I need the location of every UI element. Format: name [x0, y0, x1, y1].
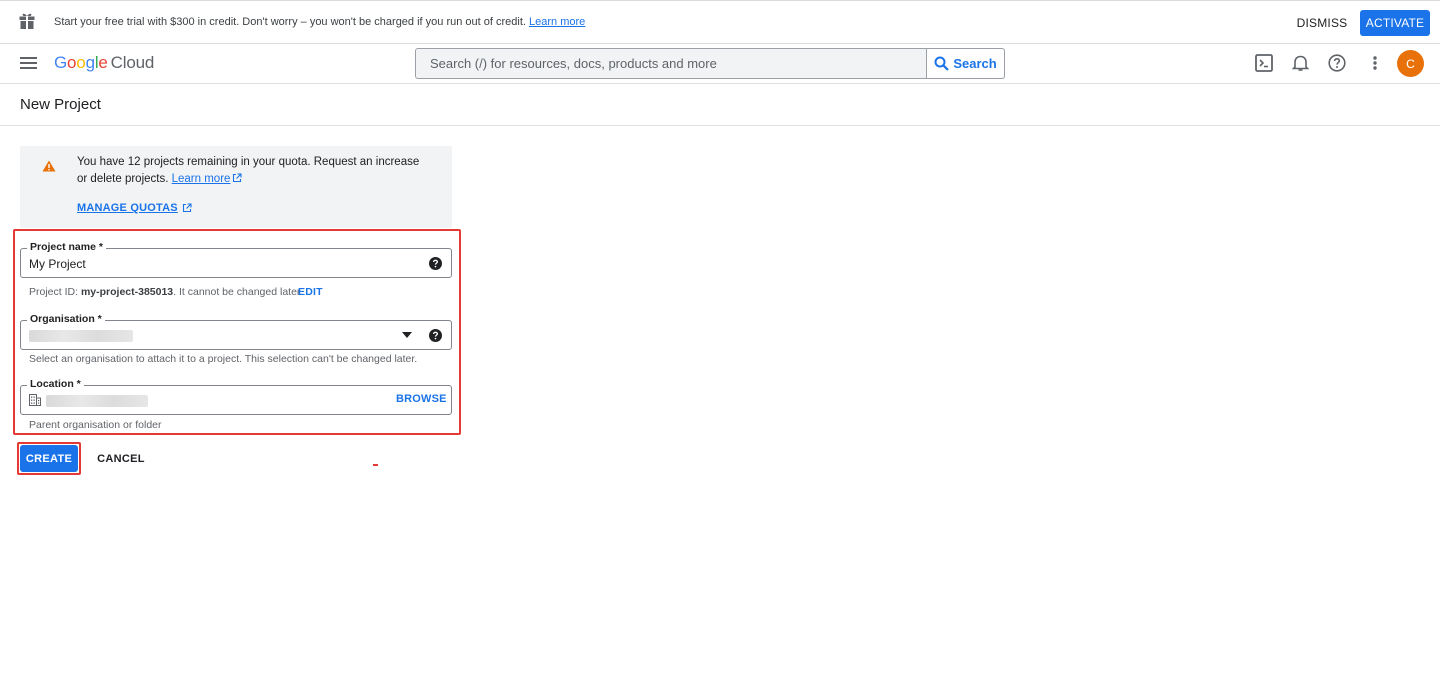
logo-letter: G	[54, 53, 68, 72]
main-menu-icon[interactable]	[20, 56, 37, 70]
logo-letter: o	[67, 53, 77, 72]
banner-message-text: Start your free trial with $300 in credi…	[54, 16, 526, 28]
cloud-shell-terminal-icon[interactable]	[1255, 54, 1273, 72]
quota-message: You have 12 projects remaining in your q…	[77, 156, 420, 185]
annotation-mark	[373, 464, 378, 466]
building-icon	[29, 394, 41, 406]
logo-cloud-text: Cloud	[110, 53, 155, 72]
manage-quotas-link[interactable]: MANAGE QUOTAS	[77, 202, 192, 214]
gift-icon	[19, 13, 35, 29]
banner-message: Start your free trial with $300 in credi…	[54, 16, 585, 28]
free-trial-banner: Start your free trial with $300 in credi…	[0, 0, 1440, 44]
search-button[interactable]: Search	[926, 49, 1004, 78]
project-id-prefix: Project ID:	[29, 286, 81, 298]
logo-letter: o	[76, 53, 86, 72]
quota-learn-more-link[interactable]: Learn more	[172, 173, 243, 185]
edit-project-id-button[interactable]: EDIT	[298, 286, 323, 298]
organisation-label: Organisation *	[27, 313, 105, 325]
account-avatar[interactable]: C	[1397, 50, 1424, 77]
banner-learn-more-link[interactable]: Learn more	[529, 16, 585, 28]
project-name-field[interactable]: Project name * My Project	[20, 241, 452, 278]
manage-quotas-label: MANAGE QUOTAS	[77, 202, 178, 214]
search-input[interactable]	[416, 49, 926, 78]
external-link-icon	[233, 173, 242, 183]
activate-button[interactable]: ACTIVATE	[1360, 10, 1430, 36]
more-options-icon[interactable]	[1372, 54, 1378, 72]
notifications-bell-icon[interactable]	[1292, 54, 1309, 72]
top-navigation-bar: Google Cloud Search (/) for resources, d…	[0, 44, 1440, 84]
project-id-value: my-project-385013	[80, 286, 174, 298]
organisation-select[interactable]: Organisation *	[20, 313, 452, 350]
organisation-hint: Select an organisation to attach it to a…	[29, 353, 418, 365]
dropdown-arrow-icon[interactable]	[402, 332, 412, 338]
help-icon[interactable]	[1328, 54, 1346, 72]
quota-notice-text: You have 12 projects remaining in your q…	[77, 154, 432, 188]
location-value-redacted	[46, 395, 148, 407]
project-id-suffix: . It cannot be changed later.	[173, 286, 303, 298]
location-label: Location *	[27, 378, 84, 390]
quota-notice: You have 12 projects remaining in your q…	[20, 146, 452, 228]
logo-letter: g	[85, 53, 95, 72]
warning-icon	[42, 160, 56, 172]
google-cloud-logo[interactable]: Google Cloud	[54, 53, 154, 73]
page-title-bar: New Project	[0, 84, 1440, 126]
organisation-help-icon[interactable]	[429, 329, 442, 342]
page-title: New Project	[20, 96, 101, 113]
location-field[interactable]: Location * BROWSE	[20, 378, 452, 415]
cancel-button[interactable]: CANCEL	[92, 445, 150, 472]
project-name-value[interactable]: My Project	[29, 257, 86, 271]
organisation-value-redacted	[29, 330, 133, 342]
search-bar: Search	[415, 48, 1005, 79]
browse-location-button[interactable]: BROWSE	[396, 393, 447, 405]
logo-letter: e	[98, 53, 108, 72]
location-hint: Parent organisation or folder	[29, 419, 162, 431]
project-name-help-icon[interactable]	[429, 257, 442, 270]
project-id-hint: Project ID: my-project-385013. It cannot…	[29, 286, 303, 298]
search-button-label: Search	[953, 56, 997, 71]
create-button[interactable]: CREATE	[20, 445, 78, 472]
project-name-label: Project name *	[27, 241, 106, 253]
quota-learn-more-label: Learn more	[171, 173, 231, 185]
external-link-icon	[182, 203, 192, 213]
search-icon	[934, 56, 950, 71]
dismiss-button[interactable]: DISMISS	[1290, 10, 1354, 36]
